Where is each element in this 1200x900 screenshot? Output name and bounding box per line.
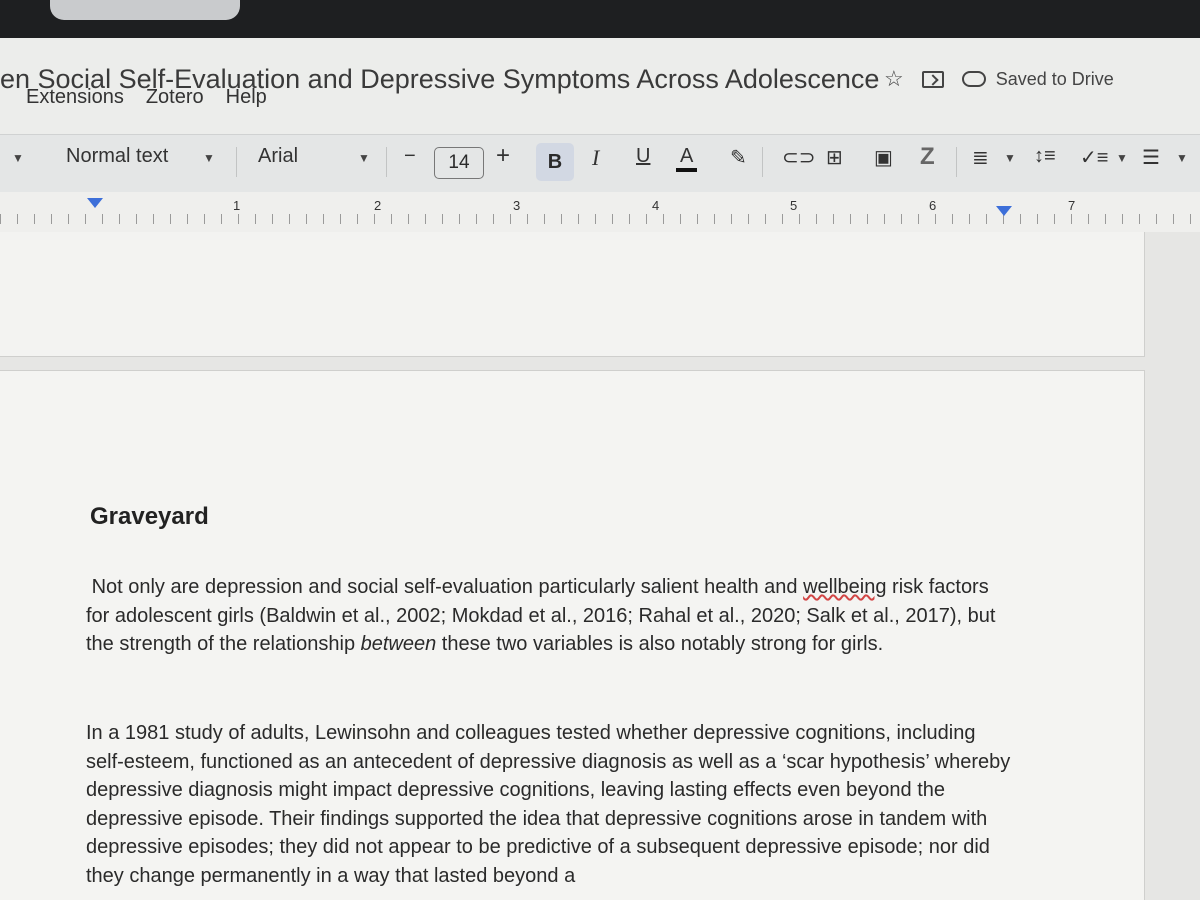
saved-status: Saved to Drive: [995, 68, 1114, 89]
paragraph-style-select[interactable]: Normal text: [66, 145, 168, 168]
section-heading: Graveyard: [90, 503, 209, 530]
chevron-down-icon[interactable]: ▼: [203, 151, 215, 165]
document-page[interactable]: Graveyard Not only are depression and so…: [0, 370, 1145, 900]
formatting-toolbar: ▼ Normal text ▼ Arial ▼ − 14 + B I U A ✎…: [0, 134, 1200, 192]
menu-item-extensions[interactable]: Extensions: [26, 86, 124, 109]
screen-bezel: [0, 0, 1200, 38]
ruler-number: 1: [233, 198, 241, 213]
chevron-down-icon[interactable]: ▼: [1004, 151, 1016, 165]
insert-comment-icon[interactable]: ⊞: [826, 145, 843, 170]
insert-link-icon[interactable]: ⊂⊃: [782, 145, 816, 170]
menubar: Extensions Zotero Help: [0, 86, 267, 109]
chevron-down-icon[interactable]: ▼: [358, 151, 370, 165]
ruler[interactable]: 1 2 3 4 5 6 7: [0, 192, 1200, 232]
highlight-pen-icon[interactable]: ✎: [730, 145, 747, 170]
ruler-ticks: [0, 214, 1200, 224]
decrease-font-size-button[interactable]: −: [404, 145, 416, 168]
browser-tab[interactable]: [50, 0, 240, 20]
ruler-number: 3: [513, 198, 521, 213]
italic-text: between: [360, 633, 437, 655]
previous-page-bottom: [0, 232, 1145, 357]
cloud-saved-icon: [961, 71, 986, 87]
ruler-number: 2: [374, 198, 382, 213]
menu-item-help[interactable]: Help: [226, 86, 267, 109]
spellcheck-word[interactable]: wellbeing: [803, 576, 886, 598]
docs-header: en Social Self-Evaluation and Depressive…: [0, 38, 1200, 134]
toolbar-divider: [762, 147, 763, 177]
title-icons: ☆ Saved to Drive: [884, 66, 1114, 92]
increase-font-size-button[interactable]: +: [496, 142, 510, 170]
font-size-input[interactable]: 14: [434, 147, 484, 179]
text-color-button[interactable]: A: [676, 145, 698, 172]
chevron-down-icon[interactable]: ▼: [1176, 151, 1188, 165]
ruler-number: 6: [929, 198, 937, 213]
font-family-select[interactable]: Arial: [258, 145, 298, 168]
chevron-down-icon[interactable]: ▼: [1116, 151, 1128, 165]
bulleted-list-icon[interactable]: ☰: [1142, 145, 1160, 170]
bold-button[interactable]: B: [536, 143, 574, 181]
underline-button[interactable]: U: [636, 145, 650, 168]
paragraph-text: these two variables is also notably stro…: [436, 633, 884, 655]
ruler-number: 4: [652, 198, 660, 213]
insert-image-icon[interactable]: ▣: [874, 145, 893, 170]
checklist-icon[interactable]: ✓≡: [1080, 145, 1108, 170]
ruler-number: 5: [790, 198, 798, 213]
star-icon[interactable]: ☆: [884, 66, 904, 92]
toolbar-divider: [236, 147, 237, 177]
toolbar-divider: [386, 147, 387, 177]
toolbar-divider: [956, 147, 957, 177]
line-spacing-icon[interactable]: ↕≡: [1034, 145, 1056, 168]
zotero-icon[interactable]: Z: [920, 143, 935, 171]
move-folder-icon[interactable]: [921, 70, 944, 88]
left-indent-marker[interactable]: [87, 198, 103, 208]
paragraph-text: Not only are depression and social self-…: [91, 576, 804, 598]
paragraph[interactable]: Not only are depression and social self-…: [86, 573, 1011, 659]
chevron-down-icon[interactable]: ▼: [12, 151, 24, 165]
align-left-icon[interactable]: ≣: [972, 145, 989, 170]
menu-item-zotero[interactable]: Zotero: [146, 86, 204, 109]
paragraph[interactable]: In a 1981 study of adults, Lewinsohn and…: [86, 719, 1011, 890]
ruler-number: 7: [1068, 198, 1076, 213]
right-indent-marker[interactable]: [996, 206, 1012, 216]
italic-button[interactable]: I: [592, 145, 599, 171]
